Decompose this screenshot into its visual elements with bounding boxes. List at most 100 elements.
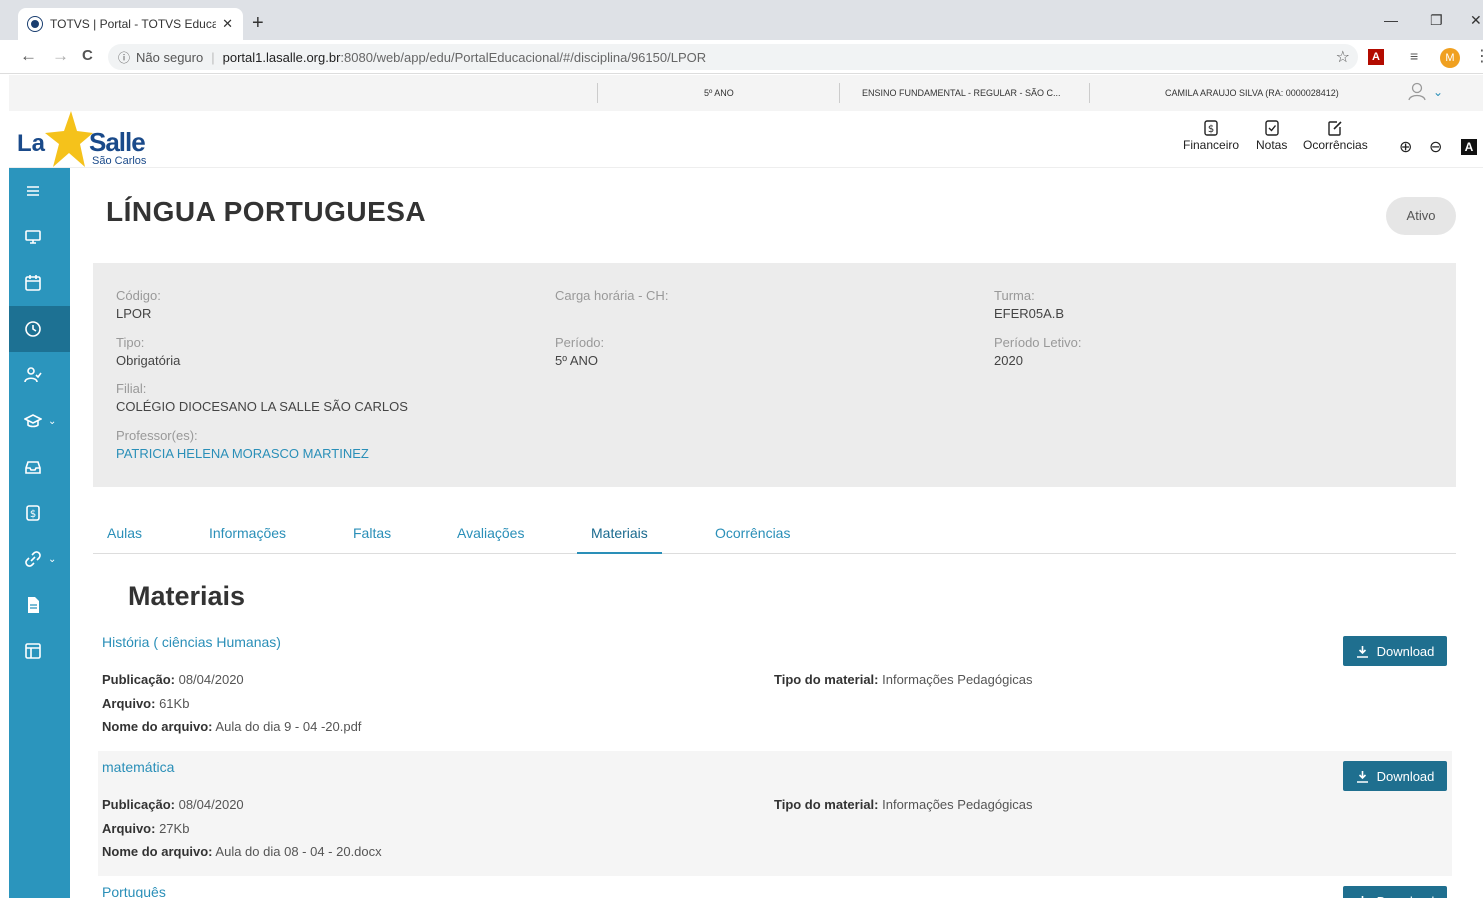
material-title-link[interactable]: matemática [102,759,174,775]
context-student[interactable]: CAMILA ARAUJO SILVA (RA: 0000028412) [1165,88,1339,98]
ocorrencias-button[interactable]: Ocorrências [1303,120,1368,152]
new-tab-button[interactable]: + [252,13,264,33]
dollar-icon: $ [26,505,40,521]
sidebar-item-user-check[interactable] [9,352,70,398]
material-arquivo: Arquivo: 27Kb [102,821,190,836]
tipo-field: Tipo: Obrigatória [116,335,181,368]
section-title: Materiais [128,581,246,611]
codigo-field: Código: LPOR [116,288,161,321]
browser-tab[interactable]: TOTVS | Portal - TOTVS Educacio ✕ [18,8,243,40]
material-publicacao: Publicação: 08/04/2020 [102,797,244,812]
user-menu-chevron-icon[interactable]: ⌄ [1433,85,1443,99]
user-check-icon [24,367,42,383]
zoom-in-icon[interactable]: ⊕ [1399,137,1412,157]
document-icon [28,597,39,613]
calendar-icon [25,275,41,291]
professor-link[interactable]: PATRICIA HELENA MORASCO MARTINEZ [116,446,369,461]
tab-avaliacoes[interactable]: Avaliações [457,525,524,541]
browser-tab-strip: TOTVS | Portal - TOTVS Educacio ✕ + — ❐ … [0,0,1483,40]
periodo-field: Período: 5º ANO [555,335,605,368]
ocorrencias-label: Ocorrências [1303,138,1368,152]
discipline-tabs: Aulas Informações Faltas Avaliações Mate… [93,514,1456,554]
dollar-doc-icon: $ [1204,120,1218,136]
reading-list-icon[interactable]: ≡ [1410,48,1418,64]
material-item: Português Download [98,876,1452,898]
tab-close-icon[interactable]: ✕ [222,16,233,32]
sidebar-item-layout[interactable] [9,628,70,674]
sidebar-item-menu[interactable] [9,168,70,214]
material-item: matemática Publicação: 08/04/2020 Arquiv… [98,751,1452,876]
material-nome-arquivo: Nome do arquivo: Aula do dia 08 - 04 - 2… [102,844,382,859]
sidebar-item-inbox[interactable] [9,444,70,490]
filial-field: Filial: COLÉGIO DIOCESANO LA SALLE SÃO C… [116,381,408,414]
edit-doc-icon [1328,121,1342,136]
sidebar-item-links[interactable]: ⌄ [9,536,70,582]
material-publicacao: Publicação: 08/04/2020 [102,672,244,687]
download-icon [1356,770,1368,783]
download-button[interactable]: Download [1343,761,1447,791]
material-title-link[interactable]: História ( ciências Humanas) [102,634,281,650]
sidebar-item-clock[interactable] [9,306,70,352]
context-bar: 5º ANO ENSINO FUNDAMENTAL - REGULAR - SÃ… [9,75,1483,111]
clock-icon [25,321,41,337]
zoom-out-icon[interactable]: ⊖ [1429,137,1442,157]
sidebar-item-monitor[interactable] [9,214,70,260]
sidebar-item-academic[interactable]: ⌄ [9,398,70,444]
sidebar: ⌄ $ ⌄ [9,168,70,898]
tab-materiais[interactable]: Materiais [591,525,648,541]
url-path: :8080/web/app/edu/PortalEducacional/#/di… [340,49,707,65]
material-tipo: Tipo do material: Informações Pedagógica… [774,672,1033,687]
status-badge: Ativo [1386,197,1456,235]
material-nome-arquivo: Nome do arquivo: Aula do dia 9 - 04 -20.… [102,719,362,734]
main-content: LÍNGUA PORTUGUESA Ativo Código: LPOR Car… [70,168,1483,898]
info-icon[interactable]: ⓘ [118,49,130,66]
pdf-extension-icon[interactable]: A [1368,49,1384,65]
maximize-button[interactable]: ❐ [1430,12,1443,29]
tab-faltas[interactable]: Faltas [353,525,391,541]
notas-label: Notas [1256,138,1288,152]
url-field[interactable]: ⓘ Não seguro | portal1.lasalle.org.br :8… [108,44,1358,70]
sidebar-item-documents[interactable] [9,582,70,628]
context-course[interactable]: ENSINO FUNDAMENTAL - REGULAR - SÃO C... [862,88,1061,98]
reload-button[interactable]: C [82,47,93,64]
address-bar: ← → C ⓘ Não seguro | portal1.lasalle.org… [0,40,1483,74]
professor-field: Professor(es): PATRICIA HELENA MORASCO M… [116,428,369,461]
tab-ocorrencias[interactable]: Ocorrências [715,525,790,541]
link-icon [25,551,41,567]
graduation-cap-icon [24,414,42,428]
sidebar-item-financial[interactable]: $ [9,490,70,536]
tab-informacoes[interactable]: Informações [209,525,286,541]
tab-aulas[interactable]: Aulas [107,525,142,541]
minimize-button[interactable]: — [1384,12,1398,28]
user-avatar-icon[interactable] [1407,81,1427,101]
chevron-down-icon: ⌄ [48,553,57,565]
download-button[interactable]: Download [1343,636,1447,666]
profile-avatar[interactable]: M [1440,48,1460,68]
logo-la: La [17,130,46,157]
security-label: Não seguro [136,49,204,65]
inbox-icon [25,461,41,474]
monitor-icon [25,230,41,244]
material-tipo: Tipo do material: Informações Pedagógica… [774,797,1033,812]
periodo-letivo-field: Período Letivo: 2020 [994,335,1082,368]
svg-text:$: $ [30,509,36,520]
back-button[interactable]: ← [20,46,37,66]
sidebar-item-calendar[interactable] [9,260,70,306]
svg-text:$: $ [1208,124,1214,135]
financeiro-button[interactable]: $ Financeiro [1183,120,1239,152]
turma-field: Turma: EFER05A.B [994,288,1065,321]
logo-subtitle: São Carlos [92,155,147,167]
forward-button[interactable]: → [52,46,69,66]
download-button[interactable]: Download [1343,886,1447,898]
bookmark-star-icon[interactable]: ☆ [1336,47,1350,67]
contrast-icon[interactable]: A [1461,139,1477,155]
context-grade[interactable]: 5º ANO [704,88,734,98]
carga-horaria-field: Carga horária - CH: [555,288,669,303]
discipline-info-panel: Código: LPOR Carga horária - CH: Turma: … [93,263,1456,487]
notas-button[interactable]: Notas [1256,120,1287,152]
material-item: História ( ciências Humanas) Publicação:… [98,626,1452,751]
window-close-button[interactable]: ✕ [1470,12,1482,29]
logo-salle: Salle [89,127,146,157]
material-title-link[interactable]: Português [102,884,166,898]
browser-menu-icon[interactable]: ⋮ [1474,46,1483,66]
